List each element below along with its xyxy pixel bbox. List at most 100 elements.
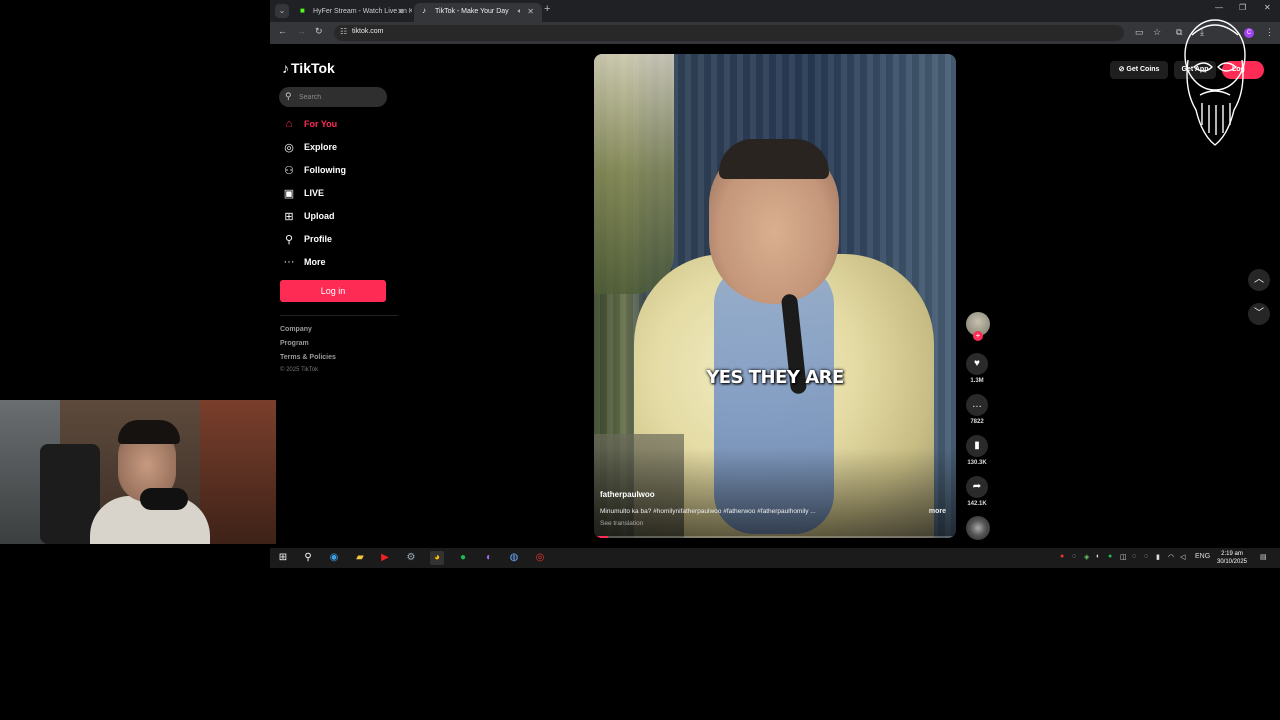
clock-date: 30/10/2025 xyxy=(1216,559,1248,565)
nav-label: For You xyxy=(304,119,338,129)
video-more-link[interactable]: more xyxy=(929,508,946,515)
logo-text: TikTok xyxy=(291,60,335,76)
heart-icon[interactable]: ♥ xyxy=(966,353,988,375)
wifi-icon[interactable]: ◠ xyxy=(1168,553,1174,561)
close-icon[interactable]: ✕ xyxy=(527,4,534,20)
comment-icon[interactable]: … xyxy=(966,394,988,416)
tray-app-icon[interactable]: ◈ xyxy=(1084,553,1089,561)
nav-more[interactable]: ··· More xyxy=(282,255,392,271)
footer-link-terms[interactable]: Terms & Policies xyxy=(280,354,336,361)
spotify-icon[interactable]: ● xyxy=(456,551,470,565)
taskbar-clock[interactable]: 2:19 am 30/10/2025 xyxy=(1212,550,1252,566)
tray-network-icon[interactable]: ◫ xyxy=(1120,553,1127,561)
site-info-icon[interactable]: ☷ xyxy=(340,27,347,36)
app-icon[interactable]: ◍ xyxy=(507,551,521,565)
sidebar-divider xyxy=(280,315,398,316)
nav-for-you[interactable]: ⌂ For You xyxy=(282,117,392,133)
video-progress-fill xyxy=(594,536,609,538)
tiktok-icon: ♪ xyxy=(422,6,426,15)
reload-icon[interactable]: ↻ xyxy=(315,26,323,37)
search-icon: ⚲ xyxy=(285,91,292,101)
close-icon[interactable]: ✕ xyxy=(397,4,404,20)
bookmark-star-icon[interactable]: ☆ xyxy=(1153,27,1161,38)
volume-icon[interactable]: ◁ xyxy=(1180,553,1185,561)
get-coins-button[interactable]: ⊘ Get Coins xyxy=(1110,61,1168,79)
nav-label: Explore xyxy=(304,142,338,152)
tray-spotify-icon[interactable]: ● xyxy=(1108,553,1112,560)
webcam-feed xyxy=(0,400,276,544)
address-bar[interactable]: ☷ tiktok.com xyxy=(334,25,1124,41)
window-close-icon[interactable]: ✕ xyxy=(1264,3,1271,12)
new-tab-button[interactable]: + xyxy=(544,3,550,15)
video-author[interactable]: fatherpaulwoo xyxy=(600,490,655,499)
minimize-icon[interactable]: — xyxy=(1215,3,1223,12)
cast-icon[interactable]: ▭ xyxy=(1135,27,1144,38)
get-coins-label: Get Coins xyxy=(1126,66,1160,73)
nav-following[interactable]: ⚇ Following xyxy=(282,163,392,179)
tab-tiktok[interactable]: ♪ TikTok - Make Your Day 🔈︎ ✕ xyxy=(414,3,542,22)
tab-hyfer-stream[interactable]: ■ HyFer Stream - Watch Live on K ✕ xyxy=(292,3,412,22)
tab-title: TikTok - Make Your Day xyxy=(435,8,509,15)
tray-app-icon[interactable]: ◌ xyxy=(1072,553,1076,560)
windows-taskbar: ⊞ ⚲ ◉ ▰ ▶ ⚙ ◕ ● ◐ ◍ ◎ ● ◌ ◈ ◐ ● ◫ ◌ ◌ ▮ … xyxy=(270,548,1280,568)
video-caption-overlay: YES THEY ARE xyxy=(706,367,844,388)
edge-icon[interactable]: ◉ xyxy=(327,551,341,565)
video-player[interactable]: YES THEY ARE fatherpaulwoo Minumulto ka … xyxy=(594,54,956,538)
nav-label: More xyxy=(304,257,326,267)
tab-strip: ⌄ ■ HyFer Stream - Watch Live on K ✕ ♪ T… xyxy=(270,0,1280,22)
tiktok-logo[interactable]: ♪ TikTok xyxy=(282,60,335,76)
profile-icon: ⚲ xyxy=(284,234,294,246)
nav-label: Following xyxy=(304,165,346,175)
comment-action[interactable]: … 7822 xyxy=(964,394,990,425)
browser-window: ⌄ ■ HyFer Stream - Watch Live on K ✕ ♪ T… xyxy=(270,0,1280,548)
tray-record-icon[interactable]: ● xyxy=(1060,553,1064,560)
discord-icon[interactable]: ◐ xyxy=(482,551,496,565)
speaker-icon[interactable]: 🔈︎ xyxy=(518,4,522,20)
url-text: tiktok.com xyxy=(352,28,384,35)
login-button[interactable]: Log in xyxy=(280,280,386,302)
chevron-up-icon: ︿ xyxy=(1254,274,1264,285)
webcam-shelf xyxy=(200,400,276,544)
following-icon: ⚇ xyxy=(284,165,294,177)
nav-explore[interactable]: ◎ Explore xyxy=(282,140,392,156)
obs-icon[interactable]: ◎ xyxy=(533,551,547,565)
windows-start-icon[interactable]: ⊞ xyxy=(276,551,290,565)
forward-icon[interactable]: → xyxy=(297,26,306,36)
see-translation-link[interactable]: See translation xyxy=(600,520,643,527)
video-progress-bar[interactable] xyxy=(594,536,956,538)
home-icon: ⌂ xyxy=(285,118,293,130)
media-player-icon[interactable]: ▶ xyxy=(378,551,392,565)
bookmark-icon[interactable]: ▮ xyxy=(966,435,988,457)
like-action[interactable]: ♥ 1.3M xyxy=(964,353,990,384)
menu-icon[interactable]: ⋮ xyxy=(1265,27,1274,38)
share-icon[interactable]: ➦ xyxy=(966,476,988,498)
tray-discord-icon[interactable]: ◐ xyxy=(1096,553,1100,560)
microphone-icon[interactable]: ▮ xyxy=(1156,553,1160,561)
tiktok-page: ♪TikTok ⚲ ⌂ For You ◎ Explore ⚇ Followin… xyxy=(270,44,1280,548)
follow-plus-icon[interactable]: + xyxy=(973,331,983,341)
nav-profile[interactable]: ⚲ Profile xyxy=(282,232,392,248)
video-flag xyxy=(594,54,674,294)
tray-app-icon[interactable]: ◌ xyxy=(1132,553,1136,560)
footer-link-company[interactable]: Company xyxy=(280,326,312,333)
nav-upload[interactable]: ⊞ Upload xyxy=(282,209,392,225)
restore-icon[interactable]: ❐ xyxy=(1239,3,1246,12)
tray-app-icon[interactable]: ◌ xyxy=(1144,553,1148,560)
file-explorer-icon[interactable]: ▰ xyxy=(353,551,367,565)
tab-search-button[interactable]: ⌄ xyxy=(275,4,289,18)
previous-video-button[interactable]: ︿ xyxy=(1248,269,1270,291)
music-disc-icon[interactable] xyxy=(966,516,990,540)
language-indicator[interactable]: ENG xyxy=(1195,553,1210,560)
taskbar-search-icon[interactable]: ⚲ xyxy=(301,551,315,565)
save-action[interactable]: ▮ 130.3K xyxy=(964,435,990,466)
back-icon[interactable]: ← xyxy=(278,26,287,36)
footer-link-program[interactable]: Program xyxy=(280,340,309,347)
next-video-button[interactable]: ﹀ xyxy=(1248,303,1270,325)
steam-icon[interactable]: ⚙ xyxy=(404,551,418,565)
chrome-icon[interactable]: ◕ xyxy=(430,551,444,565)
share-action[interactable]: ➦ 142.1K xyxy=(964,476,990,507)
notification-icon[interactable]: ▤ xyxy=(1260,553,1267,561)
search-input[interactable] xyxy=(299,90,379,104)
nav-live[interactable]: ▣ LIVE xyxy=(282,186,392,202)
search-box[interactable]: ⚲ xyxy=(279,87,387,107)
